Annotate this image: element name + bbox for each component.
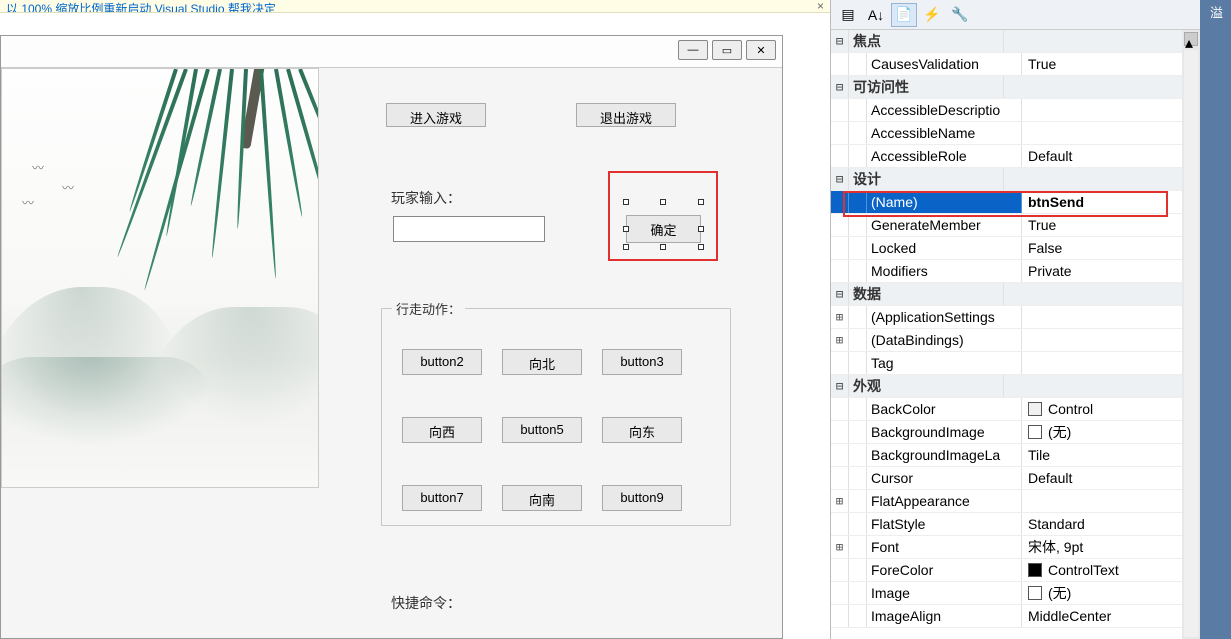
- prop-value[interactable]: Tile: [1022, 444, 1182, 466]
- walk-west[interactable]: 向西: [402, 417, 482, 443]
- walk-south[interactable]: 向南: [502, 485, 582, 511]
- prop-name[interactable]: AccessibleRole: [867, 145, 1022, 167]
- prop-name[interactable]: GenerateMember: [867, 214, 1022, 236]
- walk-groupbox: 行走动作： button2 向北 button3 向西 button5 向东 b…: [381, 308, 731, 526]
- prop-value[interactable]: Default: [1022, 467, 1182, 489]
- prop-name[interactable]: BackColor: [867, 398, 1022, 420]
- minimize-button[interactable]: ―: [678, 40, 708, 60]
- resize-handle[interactable]: [623, 199, 629, 205]
- cat-appearance[interactable]: 外观: [849, 375, 1004, 397]
- prop-name[interactable]: AccessibleDescriptio: [867, 99, 1022, 121]
- prop-name[interactable]: BackgroundImageLa: [867, 444, 1022, 466]
- prop-name[interactable]: Modifiers: [867, 260, 1022, 282]
- prop-value[interactable]: (无): [1022, 582, 1182, 604]
- prop-name[interactable]: Cursor: [867, 467, 1022, 489]
- ok-button[interactable]: 确定: [626, 215, 701, 243]
- right-dock-edge[interactable]: 溢: [1200, 0, 1231, 639]
- info-bar-text: 以 100% 缩放比例重新启动 Visual Studio 帮我决定: [6, 2, 276, 13]
- prop-value[interactable]: Standard: [1022, 513, 1182, 535]
- prop-name[interactable]: Tag: [867, 352, 1022, 374]
- walk-button5[interactable]: button5: [502, 417, 582, 443]
- properties-icon[interactable]: 📄: [891, 3, 917, 27]
- prop-name[interactable]: AccessibleName: [867, 122, 1022, 144]
- walk-east[interactable]: 向东: [602, 417, 682, 443]
- prop-value[interactable]: [1022, 122, 1182, 144]
- prop-value[interactable]: [1022, 490, 1182, 512]
- scroll-up-button[interactable]: ▴: [1184, 32, 1198, 46]
- prop-value[interactable]: True: [1022, 53, 1182, 75]
- prop-value[interactable]: [1022, 306, 1182, 328]
- prop-name[interactable]: CausesValidation: [867, 53, 1022, 75]
- info-bar-close[interactable]: ×: [817, 0, 824, 13]
- prop-value[interactable]: False: [1022, 237, 1182, 259]
- resize-handle[interactable]: [660, 199, 666, 205]
- resize-handle[interactable]: [698, 226, 704, 232]
- properties-grid[interactable]: ⊟焦点 CausesValidationTrue ⊟可访问性 Accessibl…: [831, 30, 1182, 639]
- properties-scrollbar[interactable]: ▴: [1182, 30, 1200, 639]
- info-bar: 以 100% 缩放比例重新启动 Visual Studio 帮我决定 ×: [0, 0, 830, 13]
- walk-legend: 行走动作：: [392, 299, 465, 318]
- form-titlebar: ― ▭ ✕: [1, 36, 782, 68]
- alphabetical-icon[interactable]: A↓: [863, 3, 889, 27]
- enter-game-button[interactable]: 进入游戏: [386, 103, 486, 127]
- properties-panel: ▤ A↓ 📄 ⚡ 🔧 ⊟焦点 CausesValidationTrue ⊟可访问…: [830, 0, 1200, 639]
- prop-name[interactable]: Image: [867, 582, 1022, 604]
- prop-name[interactable]: FlatAppearance: [867, 490, 1022, 512]
- prop-value[interactable]: Private: [1022, 260, 1182, 282]
- walk-north[interactable]: 向北: [502, 349, 582, 375]
- cat-access[interactable]: 可访问性: [849, 76, 1004, 98]
- designer-surface[interactable]: ― ▭ ✕ 〰 〰 〰: [0, 13, 830, 639]
- prop-value[interactable]: Control: [1022, 398, 1182, 420]
- cat-data[interactable]: 数据: [849, 283, 1004, 305]
- wrench-icon[interactable]: 🔧: [947, 3, 973, 27]
- prop-value[interactable]: MiddleCenter: [1022, 605, 1182, 627]
- prop-value[interactable]: btnSend: [1022, 191, 1182, 213]
- player-input[interactable]: [393, 216, 545, 242]
- resize-handle[interactable]: [623, 226, 629, 232]
- resize-handle[interactable]: [623, 244, 629, 250]
- right-dock-label: 溢: [1206, 6, 1225, 19]
- prop-name[interactable]: Locked: [867, 237, 1022, 259]
- prop-name[interactable]: ForeColor: [867, 559, 1022, 581]
- quick-cmd-label: 快捷命令：: [391, 593, 461, 613]
- prop-name[interactable]: (Name): [867, 191, 1022, 213]
- prop-name[interactable]: (ApplicationSettings: [867, 306, 1022, 328]
- exit-game-button[interactable]: 退出游戏: [576, 103, 676, 127]
- prop-value[interactable]: (无): [1022, 421, 1182, 443]
- prop-value[interactable]: ControlText: [1022, 559, 1182, 581]
- prop-row-name[interactable]: (Name)btnSend: [831, 191, 1182, 214]
- prop-name[interactable]: ImageAlign: [867, 605, 1022, 627]
- scroll-track[interactable]: [1184, 50, 1198, 637]
- close-button[interactable]: ✕: [746, 40, 776, 60]
- walk-button2[interactable]: button2: [402, 349, 482, 375]
- properties-toolbar: ▤ A↓ 📄 ⚡ 🔧: [831, 0, 1200, 30]
- prop-name[interactable]: Font: [867, 536, 1022, 558]
- resize-handle[interactable]: [698, 199, 704, 205]
- prop-value[interactable]: True: [1022, 214, 1182, 236]
- walk-button9[interactable]: button9: [602, 485, 682, 511]
- walk-button7[interactable]: button7: [402, 485, 482, 511]
- prop-value[interactable]: [1022, 352, 1182, 374]
- form-window[interactable]: ― ▭ ✕ 〰 〰 〰: [0, 35, 783, 639]
- prop-name[interactable]: FlatStyle: [867, 513, 1022, 535]
- cat-design[interactable]: 设计: [849, 168, 1004, 190]
- player-input-label: 玩家输入：: [391, 188, 461, 208]
- events-icon[interactable]: ⚡: [919, 3, 945, 27]
- categorized-icon[interactable]: ▤: [835, 3, 861, 27]
- resize-handle[interactable]: [660, 244, 666, 250]
- cat-focus[interactable]: 焦点: [849, 30, 1004, 52]
- image-panel: 〰 〰 〰: [1, 68, 319, 488]
- prop-value[interactable]: [1022, 99, 1182, 121]
- maximize-button[interactable]: ▭: [712, 40, 742, 60]
- resize-handle[interactable]: [698, 244, 704, 250]
- prop-name[interactable]: BackgroundImage: [867, 421, 1022, 443]
- prop-value[interactable]: Default: [1022, 145, 1182, 167]
- prop-value[interactable]: [1022, 329, 1182, 351]
- prop-value[interactable]: 宋体, 9pt: [1022, 536, 1182, 558]
- prop-name[interactable]: (DataBindings): [867, 329, 1022, 351]
- walk-button3[interactable]: button3: [602, 349, 682, 375]
